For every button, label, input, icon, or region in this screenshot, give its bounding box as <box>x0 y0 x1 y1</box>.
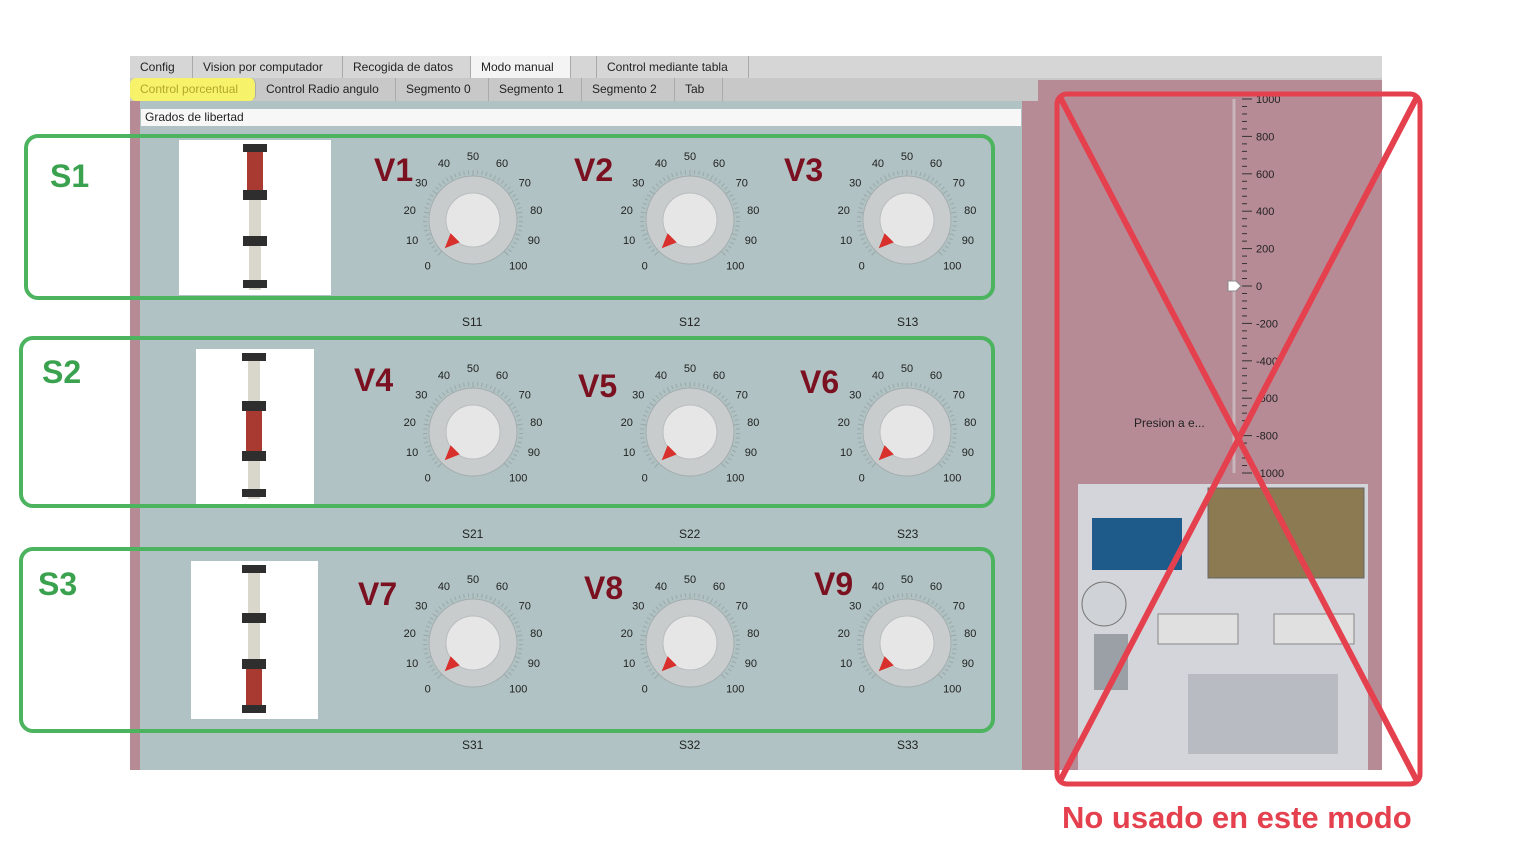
section-label-s2: S2 <box>42 354 82 390</box>
pressure-tick-label: 600 <box>1256 169 1274 181</box>
pressure-tick-label: 800 <box>1256 131 1274 143</box>
tab-control-radio[interactable]: Control Radio angulo <box>256 78 396 101</box>
main-tab-bar: Config Vision por computador Recogida de… <box>130 56 1382 78</box>
pressure-tick-label: -600 <box>1256 393 1278 405</box>
knob-name-s12: S12 <box>679 315 701 329</box>
knob-name-s21: S21 <box>462 527 484 541</box>
knob-name-s31: S31 <box>462 738 484 752</box>
knob-name-s22: S22 <box>679 527 701 541</box>
section-label-s3: S3 <box>38 566 78 602</box>
pressure-slider[interactable]: 1000 800 600 400 200 0 -200 -400 -600 -800 -1000 <box>1200 90 1310 480</box>
knob-name-s23: S23 <box>897 527 919 541</box>
knob-name-s13: S13 <box>897 315 919 329</box>
tab-spacer <box>571 56 597 78</box>
tab-control-tabla[interactable]: Control mediante tabla <box>597 56 749 78</box>
tab-modo-manual[interactable]: Modo manual <box>471 56 571 78</box>
tab-recogida[interactable]: Recogida de datos <box>343 56 471 78</box>
tab-vision[interactable]: Vision por computador <box>193 56 343 78</box>
section-box-s1 <box>24 134 995 300</box>
tab-segmento-0[interactable]: Segmento 0 <box>396 78 489 101</box>
pressure-tick-label: 0 <box>1256 281 1262 293</box>
group-title: Grados de libertad <box>141 109 1021 126</box>
tab-tab[interactable]: Tab <box>675 78 723 101</box>
pressure-tick-label: -1000 <box>1256 468 1284 480</box>
knob-name-s33: S33 <box>897 738 919 752</box>
section-box-s3 <box>19 547 995 733</box>
pressure-tick-label: -400 <box>1256 356 1278 368</box>
tab-segmento-2[interactable]: Segmento 2 <box>582 78 675 101</box>
pressure-thumb <box>1227 280 1242 292</box>
pressure-label: Presion a e... <box>1134 416 1205 430</box>
tab-segmento-1[interactable]: Segmento 1 <box>489 78 582 101</box>
pressure-tick-label: 200 <box>1256 244 1274 256</box>
hardware-photo <box>1078 484 1368 770</box>
knob-name-s32: S32 <box>679 738 701 752</box>
tab-config[interactable]: Config <box>130 56 193 78</box>
pressure-tick-label: 1000 <box>1256 94 1280 106</box>
tab-control-porcentual[interactable]: Control porcentual <box>130 78 256 101</box>
section-box-s2 <box>19 336 995 508</box>
knob-name-s11: S11 <box>462 315 483 329</box>
pressure-tick-label: -800 <box>1256 431 1278 443</box>
pressure-tick-label: -200 <box>1256 318 1278 330</box>
pressure-tick-label: 400 <box>1256 206 1274 218</box>
not-used-annotation: No usado en este modo <box>1062 800 1412 835</box>
section-label-s1: S1 <box>50 158 90 194</box>
